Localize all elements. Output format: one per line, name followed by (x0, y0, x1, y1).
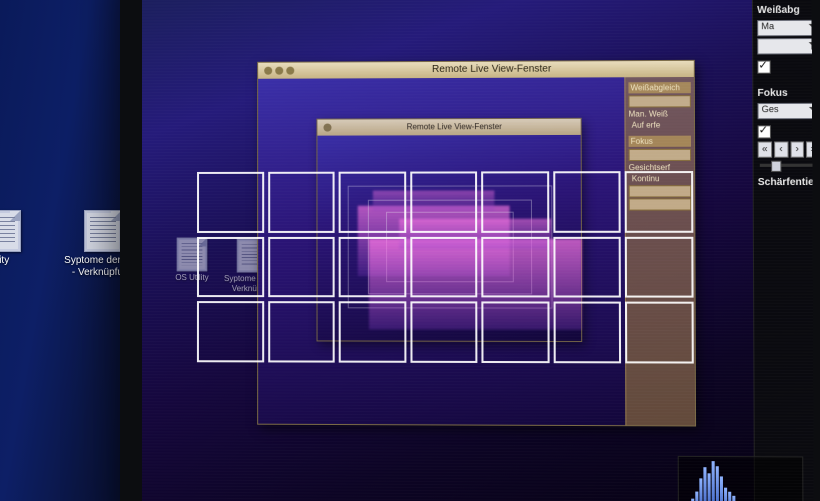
focus-arrows: « ‹ › » (758, 141, 814, 157)
wb-checkbox[interactable] (757, 61, 770, 74)
af-point[interactable] (481, 171, 549, 232)
inner-wb-header: Weißabgleich (628, 82, 690, 93)
monitor-screen: Live Weißabg Ma Fokus Ges « ‹ › » Schärf… (142, 0, 814, 501)
af-point[interactable] (197, 172, 264, 233)
af-point[interactable] (553, 237, 621, 298)
af-point[interactable] (625, 171, 693, 232)
inner-dropdown[interactable] (628, 95, 690, 107)
traffic-light-icon (286, 67, 294, 75)
af-point-grid[interactable] (197, 171, 694, 364)
inner-checkbox-label: Auf erfe (632, 121, 661, 130)
desktop-icon[interactable]: ility (0, 210, 32, 267)
wb-mode-dropdown[interactable]: Ma (757, 20, 814, 37)
af-point[interactable] (268, 172, 335, 233)
focus-far-coarse-button[interactable]: « (758, 141, 772, 157)
af-point[interactable] (625, 302, 693, 364)
continuous-af-checkbox[interactable] (758, 125, 771, 138)
window-title: Remote Live View-Fenster (297, 61, 687, 79)
af-point[interactable] (268, 301, 335, 362)
histogram-bars (683, 461, 798, 501)
af-point[interactable] (339, 172, 406, 233)
focus-far-fine-button[interactable]: ‹ (774, 141, 788, 157)
af-point[interactable] (339, 302, 406, 363)
focus-mode-value: Ges (762, 104, 779, 114)
af-point[interactable] (268, 237, 335, 298)
inner-wb-label: Man. Weiß (629, 109, 691, 118)
af-point[interactable] (339, 237, 406, 298)
histogram (678, 456, 804, 501)
icon-label: ility (0, 255, 9, 266)
af-point[interactable] (197, 237, 264, 298)
af-point[interactable] (410, 302, 478, 363)
traffic-light-icon (264, 67, 272, 75)
window-title: Remote Live View-Fenster (335, 119, 575, 136)
af-point[interactable] (553, 302, 621, 364)
af-point[interactable] (553, 171, 621, 232)
af-point[interactable] (410, 237, 478, 298)
monitor-bezel: Live Weißabg Ma Fokus Ges « ‹ › » Schärf… (120, 0, 820, 501)
control-panel: Live Weißabg Ma Fokus Ges « ‹ › » Schärf… (752, 0, 814, 501)
af-point[interactable] (482, 237, 550, 298)
focus-section-label: Fokus (757, 88, 813, 99)
window-titlebar: Remote Live View-Fenster (317, 119, 580, 136)
focus-mode-dropdown[interactable]: Ges (757, 103, 813, 119)
focus-slider[interactable] (760, 164, 814, 167)
af-point[interactable] (482, 302, 550, 363)
traffic-light-icon (275, 67, 283, 75)
dof-section-label: Schärfentiefen (758, 177, 814, 188)
inner-dropdown[interactable] (629, 149, 691, 161)
wb-mode-value: Ma (761, 21, 774, 31)
af-point[interactable] (625, 236, 693, 297)
shortcut-icon (84, 210, 122, 252)
wb-dropdown-2[interactable] (757, 38, 814, 54)
focus-near-coarse-button[interactable]: » (806, 141, 814, 157)
focus-near-fine-button[interactable]: › (790, 141, 804, 157)
window-titlebar[interactable]: Remote Live View-Fenster (258, 61, 694, 79)
app-icon (0, 210, 21, 252)
wb-section-label: Weißabg (757, 5, 814, 16)
photo-scene: ility Syptome der Text - Verknüpfung Liv… (0, 0, 820, 501)
af-point[interactable] (197, 301, 264, 362)
af-point[interactable] (410, 171, 478, 232)
inner-focus-header: Fokus (629, 136, 691, 147)
traffic-light-icon (323, 124, 331, 132)
